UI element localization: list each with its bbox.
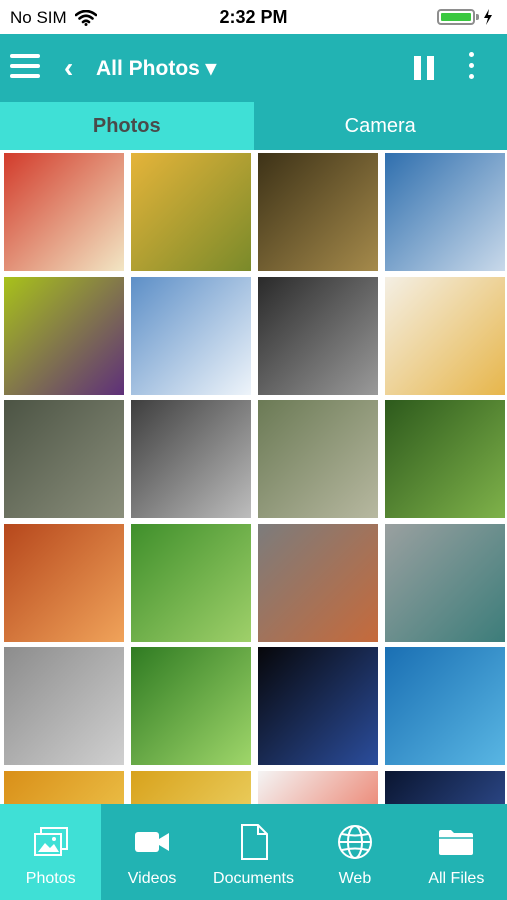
- thumb-clownfish[interactable]: [131, 523, 251, 642]
- thumb-red-fish[interactable]: [258, 770, 378, 804]
- thumb-autumn-trees[interactable]: [4, 770, 124, 804]
- thumb-mona-lisa[interactable]: [258, 153, 378, 271]
- thumb-aerial-city[interactable]: [4, 400, 124, 518]
- album-title-dropdown[interactable]: All Photos ▾: [96, 56, 216, 81]
- thumb-sunflowers[interactable]: [131, 153, 251, 271]
- more-options-icon[interactable]: [466, 52, 476, 84]
- thumb-street-map[interactable]: [385, 276, 505, 395]
- bottom-tab-photos[interactable]: Photos: [0, 804, 102, 900]
- back-chevron-icon[interactable]: ‹: [64, 52, 73, 84]
- thumb-machine-parts[interactable]: [385, 523, 505, 642]
- thumb-abstract-portrait[interactable]: [4, 153, 124, 271]
- globe-icon: [337, 825, 372, 859]
- bottom-tab-all-files[interactable]: All Files: [406, 804, 507, 900]
- bottom-tab-label: Web: [338, 870, 372, 887]
- bottom-tab-label: Photos: [25, 870, 76, 887]
- bottom-tab-label: Videos: [127, 870, 177, 887]
- thumb-fighter-jets[interactable]: [385, 153, 505, 271]
- bottom-tab-label: All Files: [428, 870, 485, 887]
- thumb-blue-hole[interactable]: [385, 647, 505, 765]
- thumb-flower-macro[interactable]: [4, 276, 124, 395]
- folder-icon: [439, 830, 474, 855]
- video-camera-icon: [135, 832, 170, 852]
- thumb-man-with-rock[interactable]: [258, 523, 378, 642]
- thumb-tulip-field[interactable]: [131, 770, 251, 804]
- thumb-aerial-town[interactable]: [258, 400, 378, 518]
- battery-indicator: [437, 9, 493, 25]
- menu-icon[interactable]: [10, 54, 40, 80]
- nav-bar: ‹ All Photos ▾: [0, 34, 507, 102]
- thumb-snow-hikers[interactable]: [131, 276, 251, 395]
- bottom-tab-documents[interactable]: Documents: [203, 804, 304, 900]
- status-time: 2:32 PM: [219, 7, 288, 27]
- segment-tabs: Photos Camera: [0, 102, 507, 150]
- photos-icon: [33, 827, 68, 856]
- bottom-tab-videos[interactable]: Videos: [101, 804, 202, 900]
- battery-icon: [437, 9, 475, 25]
- thumb-robot-arm[interactable]: [4, 647, 124, 765]
- bottom-tab-web[interactable]: Web: [304, 804, 405, 900]
- thumb-space-art[interactable]: [385, 770, 505, 804]
- document-icon: [240, 824, 268, 860]
- thumb-night-tower[interactable]: [258, 647, 378, 765]
- tab-photos[interactable]: Photos: [0, 102, 254, 150]
- tab-camera[interactable]: Camera: [253, 102, 507, 150]
- bottom-tab-bar: Photos Videos Documents Web All Files: [0, 804, 507, 900]
- thumb-woman-portrait[interactable]: [258, 276, 378, 395]
- thumb-grass-dew[interactable]: [385, 400, 505, 518]
- thumb-sandstone-canyon[interactable]: [4, 523, 124, 642]
- pause-icon[interactable]: [414, 56, 436, 80]
- thumb-water-drop[interactable]: [131, 647, 251, 765]
- photo-grid: [0, 150, 507, 804]
- status-bar: No SIM 2:32 PM: [0, 0, 507, 34]
- thumb-sports-car[interactable]: [131, 400, 251, 518]
- charging-bolt-icon: [484, 9, 492, 25]
- bottom-tab-label: Documents: [213, 870, 294, 887]
